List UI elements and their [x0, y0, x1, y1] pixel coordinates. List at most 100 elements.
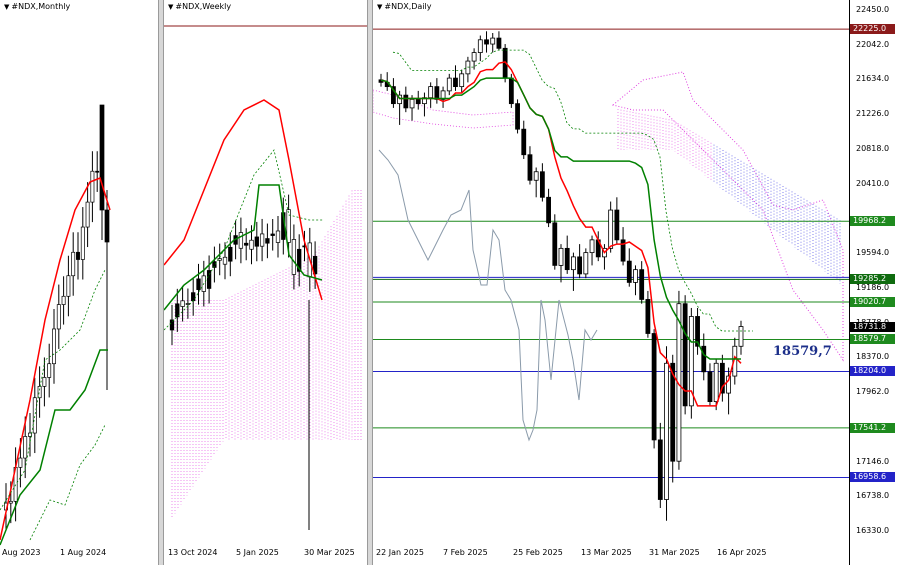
candle-body	[169, 319, 175, 331]
x-tick-label: 5 Jan 2025	[236, 548, 279, 557]
candle-body	[95, 170, 100, 173]
candle-body	[508, 77, 514, 105]
price-level-tag: 18204.0	[850, 366, 895, 377]
daily-chart-canvas	[373, 28, 849, 521]
x-tick-label: 13 Oct 2024	[168, 548, 218, 557]
candle-body	[238, 232, 244, 249]
candle-body	[249, 239, 254, 250]
candle-body	[228, 246, 233, 262]
candle-body	[645, 299, 651, 334]
price-tick-label: 20410.0	[856, 178, 890, 188]
level-annotation: 18579,7	[773, 344, 832, 359]
weekly-title-text: #NDX,Weekly	[175, 2, 232, 11]
candle-body	[539, 171, 545, 198]
candle-body	[32, 397, 37, 434]
candle-body	[533, 171, 539, 181]
x-tick-label: 31 Mar 2025	[649, 548, 700, 557]
candle-body	[104, 209, 110, 243]
price-tick-label: 21226.0	[856, 109, 890, 119]
candle-body	[23, 436, 28, 459]
candle-body	[286, 209, 291, 243]
candle-body	[259, 233, 265, 247]
price-tick-label: 18370.0	[856, 352, 890, 362]
candle-body	[558, 247, 564, 266]
candle-body	[738, 326, 744, 347]
candle-body	[471, 52, 477, 62]
candle-body	[477, 39, 483, 53]
price-level-tag: 19020.7	[850, 296, 895, 307]
x-tick-label: 30 Mar 2025	[304, 548, 355, 557]
candle-body	[490, 37, 496, 45]
candle-body	[527, 154, 533, 181]
price-level-tag: 22225.0	[850, 24, 895, 35]
dropdown-triangle-icon[interactable]: ▼	[4, 3, 9, 11]
candle-body	[651, 333, 657, 441]
candle-body	[76, 251, 80, 260]
senkou-line	[29, 424, 106, 541]
price-tick-label: 16738.0	[856, 491, 890, 501]
candle-body	[85, 201, 90, 228]
monthly-chart-title: ▼ #NDX,Monthly	[4, 2, 70, 11]
candle-body	[61, 295, 66, 305]
price-level-tag: 19968.2	[850, 216, 895, 227]
candle-body	[564, 247, 570, 271]
price-tick-label: 20818.0	[856, 143, 890, 153]
candle-body	[446, 77, 452, 92]
candle-body	[191, 292, 196, 302]
price-level-tag: 16958.6	[850, 472, 895, 483]
price-tick-label: 21634.0	[856, 74, 890, 84]
candle-body	[66, 275, 71, 297]
daily-chart-title: ▼ #NDX,Daily	[377, 2, 432, 11]
candle-body	[270, 233, 275, 236]
candle-body	[265, 238, 270, 244]
monthly-chart-panel[interactable]: ▼ #NDX,Monthly Aug 2023 1 Aug 2024	[0, 0, 158, 565]
x-tick-label: 1 Aug 2024	[60, 548, 107, 557]
x-tick-label: 13 Mar 2025	[581, 548, 632, 557]
candle-body	[99, 104, 105, 211]
candle-body	[515, 103, 520, 130]
price-tick-label: 19594.0	[856, 248, 890, 258]
price-tick-label: 22450.0	[856, 5, 890, 14]
daily-chart-panel[interactable]: ▼ #NDX,Daily 22 Jan 2025 7 Feb 2025 25 Fe…	[373, 0, 849, 565]
candle-body	[608, 209, 614, 249]
x-tick-label: 7 Feb 2025	[443, 548, 488, 557]
daily-title-text: #NDX,Daily	[384, 2, 432, 11]
candle-body	[496, 37, 502, 49]
candle-body	[589, 239, 595, 254]
price-tick-label: 17962.0	[856, 387, 890, 397]
price-tick-label: 16330.0	[856, 526, 890, 535]
candle-body	[484, 39, 489, 45]
candle-body	[275, 230, 281, 243]
dropdown-triangle-icon[interactable]: ▼	[377, 3, 382, 11]
candle-body	[409, 98, 415, 109]
x-tick-label: 16 Apr 2025	[717, 548, 767, 557]
candle-body	[71, 251, 76, 277]
x-tick-label: Aug 2023	[2, 548, 41, 557]
candle-body	[459, 73, 465, 88]
candle-body	[552, 222, 558, 266]
candle-body	[626, 260, 632, 283]
dropdown-triangle-icon[interactable]: ▼	[168, 3, 173, 11]
candle-body	[521, 128, 527, 156]
weekly-chart-panel[interactable]: ▼ #NDX,Weekly 13 Oct 2024 5 Jan 2025 30 M…	[164, 0, 367, 565]
candle-body	[37, 386, 42, 399]
monthly-title-text: #NDX,Monthly	[11, 2, 71, 11]
price-level-tag: 19285.2	[850, 274, 895, 285]
candle-body	[453, 77, 458, 88]
candle-body	[52, 328, 56, 365]
price-level-tag: 18731.8	[850, 321, 895, 332]
candle-body	[657, 439, 663, 500]
price-tick-label: 22042.0	[856, 39, 890, 49]
weekly-chart-canvas	[164, 25, 367, 530]
candle-body	[80, 226, 85, 260]
candle-body	[47, 363, 52, 378]
candle-body	[254, 236, 259, 247]
x-tick-label: 25 Feb 2025	[513, 548, 563, 557]
candle-body	[546, 196, 551, 224]
candle-body	[633, 269, 638, 283]
candle-body	[8, 500, 13, 504]
candle-body	[403, 94, 409, 109]
candle-body	[707, 371, 713, 403]
monthly-chart-canvas	[0, 104, 111, 546]
candle-body	[639, 269, 645, 300]
